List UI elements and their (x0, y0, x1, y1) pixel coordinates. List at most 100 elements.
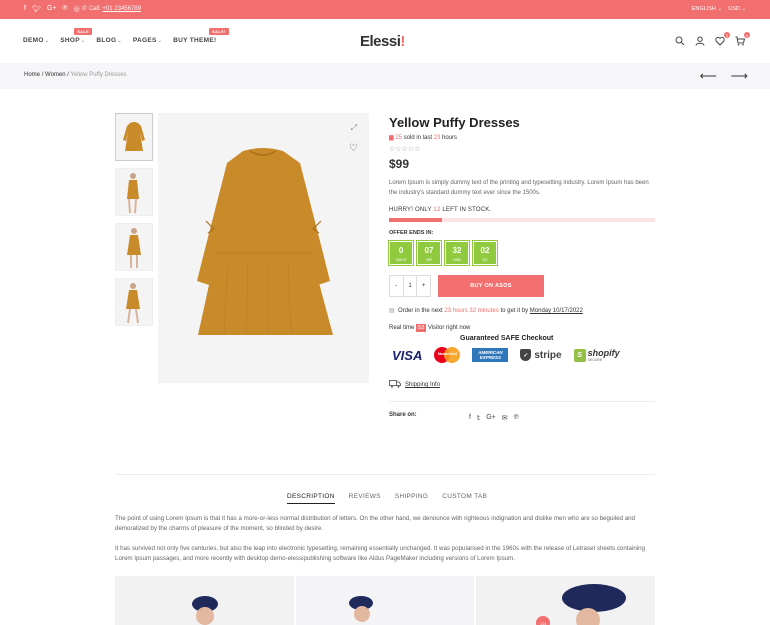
search-icon[interactable] (675, 36, 685, 46)
main-product-image[interactable]: ⤢ ♡ (158, 113, 369, 383)
sale-badge: SALE! (209, 28, 229, 35)
thumbnail-1[interactable] (115, 113, 153, 161)
visitor-counter: Real time 53 Visitor right now (389, 324, 655, 332)
pinterest-icon[interactable]: ℗ (62, 5, 67, 13)
facebook-icon[interactable]: f (24, 5, 26, 13)
sold-tail: hours (442, 135, 458, 141)
countdown-seconds: 02 SC (472, 240, 498, 266)
stock-left: 12 (433, 207, 441, 213)
lifestyle-image-2 (295, 576, 475, 625)
call-info: ✆ Call: +01 23456789 (82, 5, 141, 12)
shopify-logo: Sshopify SECURE (573, 348, 620, 362)
buy-button[interactable]: BUY ON ASOS (438, 275, 544, 297)
countdown-hours: 07 HR (416, 240, 442, 266)
divider (389, 401, 655, 402)
countdown-unit: MIN (453, 257, 461, 262)
google-plus-icon[interactable]: G+ (486, 414, 496, 422)
wishlist-count: 0 (724, 32, 730, 38)
nav-label: SHOP (60, 37, 80, 44)
countdown-minutes: 32 MIN (444, 240, 470, 266)
hurry-prefix: HURRY! ONLY (389, 207, 432, 213)
phone-link[interactable]: +01 23456789 (102, 6, 141, 12)
breadcrumb-sep: / (67, 72, 69, 78)
tab-description[interactable]: DESCRIPTION (287, 493, 335, 504)
chevron-down-icon: ⌄ (117, 38, 122, 44)
realtime-suffix: Visitor right now (427, 325, 471, 331)
nav-pages[interactable]: PAGES⌄ (133, 37, 162, 44)
product-info: Yellow Puffy Dresses ▆ 25 sold in last 2… (388, 113, 655, 422)
language-label: ENGLISH (691, 6, 716, 12)
sold-text: sold in last (403, 135, 433, 141)
heart-icon[interactable]: ♡ (349, 143, 358, 154)
lifestyle-image-3: 114 (476, 576, 656, 625)
realtime-prefix: Real time (389, 325, 415, 331)
sold-info: ▆ 25 sold in last 23 hours (389, 134, 655, 141)
short-description: Lorem Ipsum is simply dummy text of the … (389, 180, 649, 196)
twitter-icon[interactable]: 🐦︎ (32, 5, 41, 13)
countdown-value: 0 (398, 246, 404, 255)
product-title: Yellow Puffy Dresses (389, 115, 520, 130)
thumbnail-4[interactable] (115, 278, 153, 326)
qty-input[interactable]: 1 (402, 276, 418, 296)
qty-minus-button[interactable]: - (390, 276, 403, 296)
thumbnail-2[interactable] (115, 168, 153, 216)
nav-demo[interactable]: DEMO⌄ (23, 37, 49, 44)
email-icon[interactable]: ✉ (502, 414, 508, 422)
chevron-down-icon: ⌄ (717, 6, 722, 12)
payment-logos: VISA MasterCard AMERICAN EXPRESS ✓ stripe… (392, 347, 620, 363)
safe-checkout-title: Guaranteed SAFE Checkout (460, 335, 554, 342)
breadcrumb-category[interactable]: Women (45, 72, 66, 78)
language-selector[interactable]: ENGLISH ⌄ (692, 6, 722, 12)
cart-icon[interactable]: 0 (735, 32, 750, 46)
delivery-estimate: ▤ Order in the next 23 hours 32 minutes … (389, 307, 655, 314)
breadcrumb-sep: / (41, 72, 44, 78)
user-icon[interactable] (695, 36, 705, 46)
stock-progress-fill (389, 218, 443, 222)
sale-badge: SALE (74, 28, 93, 35)
breadcrumb-bar: Home / Women / Yellow Puffy Dresses ⟵ ⟶ (0, 63, 770, 89)
stock-progress-bar (389, 218, 655, 222)
truck-icon: ▤ (389, 308, 395, 314)
sold-count: 25 (395, 135, 402, 141)
currency-selector[interactable]: USD ⌄ (728, 6, 746, 12)
tab-reviews[interactable]: REVIEWS (349, 493, 381, 504)
thumbnail-3[interactable] (115, 223, 153, 271)
currency-label: USD (728, 6, 740, 12)
chevron-down-icon: ⌄ (44, 38, 50, 44)
nav-blog[interactable]: BLOG⌄ (96, 37, 121, 44)
shipping-info[interactable]: Shipping Info (389, 380, 655, 390)
facebook-icon[interactable]: f (469, 414, 471, 422)
nav-buy-theme[interactable]: BUY THEME! SALE! (173, 28, 229, 44)
expand-icon[interactable]: ⤢ (351, 123, 357, 133)
twitter-icon[interactable]: 𝕥 (477, 414, 480, 422)
arrow-right-icon[interactable]: ⟶ (731, 69, 748, 83)
quantity-stepper: - 1 + (389, 275, 431, 297)
description-paragraph: It has survived not only five centuries,… (115, 545, 646, 562)
qty-plus-button[interactable]: + (417, 276, 430, 296)
mastercard-text: MasterCard (437, 352, 457, 356)
rating-stars[interactable]: ☆☆☆☆☆ (389, 145, 655, 153)
tab-shipping[interactable]: SHIPPING (395, 493, 428, 504)
nav-label: DEMO (23, 37, 44, 44)
product-nav: ⟵ ⟶ (700, 69, 748, 83)
order-mid: to get it by (500, 308, 529, 314)
instagram-icon[interactable]: ◎ (74, 5, 80, 13)
stripe-text: stripe (534, 349, 562, 361)
shipping-info-link[interactable]: Shipping Info (405, 382, 440, 388)
arrow-left-icon[interactable]: ⟵ (700, 69, 717, 83)
main-nav: DEMO⌄ SHOP⌄ SALE BLOG⌄ PAGES⌄ BUY THEME! S… (23, 28, 229, 44)
tab-custom[interactable]: CUSTOM TAB (442, 493, 487, 504)
nav-shop[interactable]: SHOP⌄ SALE (60, 28, 93, 44)
mastercard-logo: MasterCard (434, 347, 461, 363)
breadcrumb: Home / Women / Yellow Puffy Dresses (24, 72, 127, 78)
google-plus-icon[interactable]: G+ (47, 5, 57, 13)
countdown-unit: SC (482, 257, 488, 262)
wishlist-icon[interactable]: 0 (715, 32, 730, 46)
breadcrumb-home[interactable]: Home (24, 72, 40, 78)
amex-logo: AMERICAN EXPRESS (472, 348, 509, 362)
hurry-suffix: LEFT IN STOCK. (442, 207, 492, 213)
site-header: DEMO⌄ SHOP⌄ SALE BLOG⌄ PAGES⌄ BUY THEME! S… (0, 19, 770, 63)
buy-row: - 1 + BUY ON ASOS (389, 275, 655, 297)
pinterest-icon[interactable]: ℗ (514, 414, 519, 422)
site-logo[interactable]: Elessi! (360, 33, 405, 50)
